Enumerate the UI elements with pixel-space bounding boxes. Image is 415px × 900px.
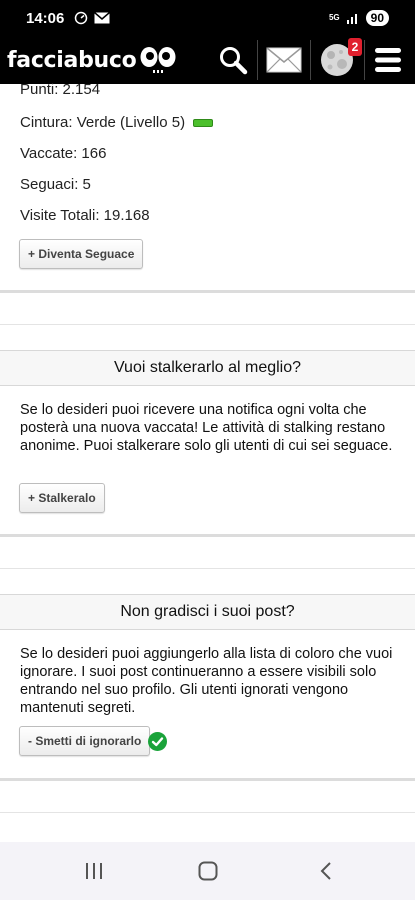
search-icon: [220, 47, 248, 75]
header-divider: [364, 40, 365, 80]
status-notification-icons: [74, 11, 110, 25]
card-divider: [0, 778, 415, 781]
follow-button[interactable]: + Diventa Seguace: [19, 239, 144, 269]
posts-stat: Vaccate: 166: [20, 145, 107, 162]
app-header: facciabuco 2: [0, 36, 415, 84]
notifications-button[interactable]: 2: [314, 36, 362, 84]
belt-stat: Cintura: Verde (Livello 5): [20, 114, 214, 131]
system-nav-bar: [0, 842, 415, 900]
signal-icon: [346, 14, 357, 24]
header-divider: [310, 40, 311, 80]
search-button[interactable]: [212, 36, 254, 84]
spacer-band: [0, 309, 415, 325]
followers-stat: Seguaci: 5: [20, 176, 91, 193]
belt-label: Cintura: Verde (Livello 5): [20, 114, 186, 131]
stalk-section-text: Se lo desideri puoi ricevere una notific…: [20, 402, 393, 454]
messages-button[interactable]: [262, 36, 306, 84]
stalk-button[interactable]: + Stalkeralo: [19, 483, 105, 513]
hamburger-menu-icon: [375, 48, 401, 72]
recent-apps-icon: [86, 863, 102, 879]
battery-indicator: 90: [365, 10, 389, 26]
notification-badge: 2: [348, 38, 362, 56]
card-divider: [0, 534, 415, 537]
stalk-section-title: Vuoi stalkerarlo al meglio?: [0, 350, 415, 386]
back-button[interactable]: [286, 842, 366, 900]
logo-eyes-icon: [140, 47, 176, 73]
belt-color-badge: [193, 119, 214, 128]
ignore-section-title: Non gradisci i suoi post?: [0, 594, 415, 630]
spacer-band: [0, 797, 415, 813]
spacer-band: [0, 553, 415, 569]
recent-apps-button[interactable]: [54, 842, 134, 900]
visits-stat: Visite Totali: 19.168: [20, 207, 150, 224]
speed-gauge-icon: [74, 11, 88, 25]
logo-text: facciabuco: [7, 47, 137, 73]
home-icon: [198, 861, 218, 881]
mail-status-icon: [94, 12, 110, 24]
header-divider: [257, 40, 258, 80]
site-logo[interactable]: facciabuco: [7, 45, 177, 75]
home-button[interactable]: [168, 842, 248, 900]
unignore-button[interactable]: - Smetti di ignorarlo: [19, 726, 151, 756]
back-icon: [320, 862, 331, 880]
ignore-section-text: Se lo desideri puoi aggiungerlo alla lis…: [20, 646, 393, 716]
check-circle-icon: [148, 732, 167, 751]
network-type: 5G: [328, 13, 340, 22]
points-stat: Punti: 2.154: [20, 81, 101, 98]
menu-button[interactable]: [368, 36, 408, 84]
status-time: 14:06: [26, 10, 65, 27]
mail-icon: [266, 47, 302, 73]
card-divider: [0, 290, 415, 293]
status-bar: 14:06 5G 90: [0, 0, 415, 36]
